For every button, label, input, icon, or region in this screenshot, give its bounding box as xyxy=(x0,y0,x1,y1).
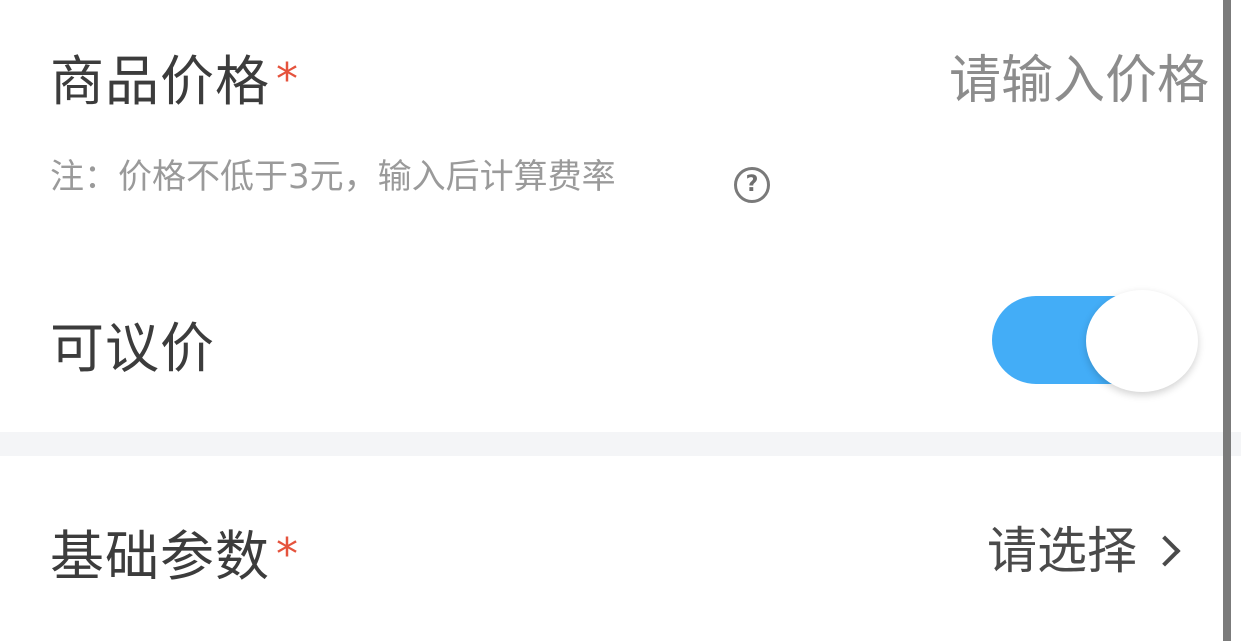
price-label: 商品价格 * xyxy=(50,55,299,109)
question-circle-icon[interactable]: ? xyxy=(734,167,770,203)
negotiable-label: 可议价 xyxy=(50,317,215,380)
product-form-screen: 商品价格* 注：价格不低于3元，输入后计算费率 ? 可议价 基础参数* 请选择 xyxy=(0,0,1241,641)
price-label-text: 商品价格 xyxy=(50,50,270,113)
negotiable-toggle-knob[interactable] xyxy=(1086,290,1198,392)
price-required-mark: * xyxy=(276,54,299,105)
chevron-right-icon[interactable] xyxy=(1149,535,1181,567)
section-divider xyxy=(0,432,1241,456)
scrollbar[interactable] xyxy=(1223,0,1231,641)
params-select[interactable]: 请选择 xyxy=(987,526,1137,576)
price-input[interactable] xyxy=(789,50,1209,112)
params-label: 基础参数 * xyxy=(50,530,299,584)
params-label-text: 基础参数 xyxy=(50,525,270,588)
params-required-mark: * xyxy=(276,529,299,580)
price-note: 注：价格不低于3元，输入后计算费率 xyxy=(50,157,616,197)
